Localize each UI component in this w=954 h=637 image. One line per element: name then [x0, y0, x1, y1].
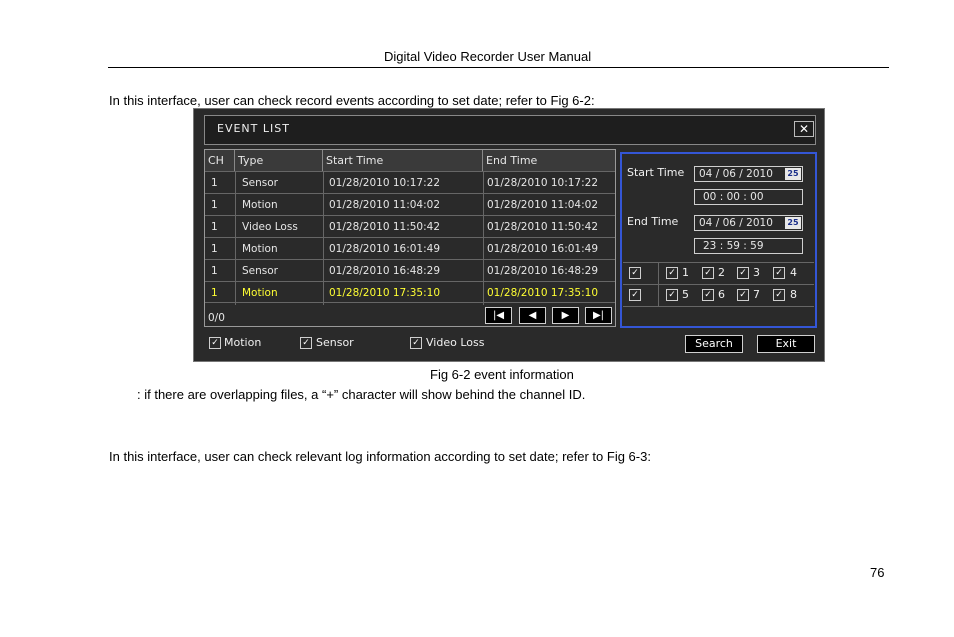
column-header-end-time: End Time — [483, 150, 615, 171]
column-header-ch: CH — [205, 150, 235, 171]
filter-panel: Start Time 04 / 06 / 2010 25 00 : 00 : 0… — [620, 152, 817, 328]
cell-ch: 1 — [211, 243, 218, 255]
end-date-field[interactable]: 04 / 06 / 2010 25 — [694, 215, 803, 231]
sensor-checkbox[interactable]: ✓ — [300, 337, 312, 349]
header-rule — [108, 67, 889, 68]
search-button[interactable]: Search — [685, 335, 743, 353]
column-header-type: Type — [235, 150, 323, 171]
select-all-row1-checkbox[interactable]: ✓ — [629, 267, 641, 279]
first-page-icon: |◀ — [492, 310, 505, 321]
event-list-window: EVENT LIST ✕ CH Type Start Time End Time… — [193, 108, 825, 362]
channel-grid-line — [623, 306, 814, 307]
channel-4-checkbox[interactable]: ✓ — [773, 267, 785, 279]
cell-end-time: 01/28/2010 10:17:22 — [487, 177, 599, 189]
channel-5-checkbox[interactable]: ✓ — [666, 289, 678, 301]
start-time-label: Start Time — [627, 166, 685, 179]
column-header-start-time: Start Time — [323, 150, 483, 171]
channel-7-label: 7 — [753, 288, 760, 301]
cell-ch: 1 — [211, 177, 218, 189]
cell-start-time: 01/28/2010 16:48:29 — [329, 265, 441, 277]
cell-type: Sensor — [242, 177, 278, 189]
channel-3-label: 3 — [753, 266, 760, 279]
channel-8-checkbox[interactable]: ✓ — [773, 289, 785, 301]
cell-end-time: 01/28/2010 11:50:42 — [487, 221, 599, 233]
cell-type: Motion — [242, 287, 278, 299]
window-title-bar: EVENT LIST ✕ — [204, 115, 816, 145]
cell-ch: 1 — [211, 265, 218, 277]
video-loss-checkbox[interactable]: ✓ — [410, 337, 422, 349]
cell-type: Motion — [242, 243, 278, 255]
cell-start-time: 01/28/2010 10:17:22 — [329, 177, 441, 189]
last-page-button[interactable]: ▶| — [585, 307, 612, 324]
end-date-value: 04 / 06 / 2010 — [699, 217, 773, 229]
next-page-button[interactable]: ▶ — [552, 307, 579, 324]
end-time-label: End Time — [627, 215, 679, 228]
calendar-icon[interactable]: 25 — [785, 168, 801, 180]
channel-6-label: 6 — [718, 288, 725, 301]
table-row[interactable]: 1 Video Loss 01/28/2010 11:50:42 01/28/2… — [205, 215, 615, 237]
channel-2-checkbox[interactable]: ✓ — [702, 267, 714, 279]
event-table: CH Type Start Time End Time 1 Sensor 01/… — [204, 149, 616, 327]
start-time-field[interactable]: 00 : 00 : 00 — [694, 189, 803, 205]
motion-label: Motion — [224, 336, 262, 349]
channel-2-label: 2 — [718, 266, 725, 279]
channel-grid-line — [623, 284, 814, 285]
figure-caption: Fig 6-2 event information — [430, 367, 574, 382]
cell-start-time: 01/28/2010 17:35:10 — [329, 287, 441, 299]
close-button[interactable]: ✕ — [794, 121, 814, 137]
cell-end-time: 01/28/2010 16:48:29 — [487, 265, 599, 277]
close-icon: ✕ — [798, 122, 810, 136]
table-row[interactable]: 1 Motion 01/28/2010 16:01:49 01/28/2010 … — [205, 237, 615, 259]
page-number: 76 — [870, 565, 885, 580]
channel-8-label: 8 — [790, 288, 797, 301]
cell-start-time: 01/28/2010 11:04:02 — [329, 199, 441, 211]
next-page-icon: ▶ — [561, 310, 570, 321]
start-date-value: 04 / 06 / 2010 — [699, 168, 773, 180]
cell-start-time: 01/28/2010 16:01:49 — [329, 243, 441, 255]
cell-start-time: 01/28/2010 11:50:42 — [329, 221, 441, 233]
cell-ch: 1 — [211, 199, 218, 211]
channel-grid-line — [623, 262, 814, 263]
channel-6-checkbox[interactable]: ✓ — [702, 289, 714, 301]
start-time-value: 00 : 00 : 00 — [703, 191, 764, 203]
cell-end-time: 01/28/2010 17:35:10 — [487, 287, 599, 299]
channel-1-label: 1 — [682, 266, 689, 279]
cell-type: Video Loss — [242, 221, 298, 233]
page-header: Digital Video Recorder User Manual — [384, 49, 592, 64]
channel-grid-line — [658, 262, 659, 306]
channel-7-checkbox[interactable]: ✓ — [737, 289, 749, 301]
cell-type: Motion — [242, 199, 278, 211]
start-date-field[interactable]: 04 / 06 / 2010 25 — [694, 166, 803, 182]
last-page-icon: ▶| — [592, 310, 605, 321]
channel-4-label: 4 — [790, 266, 797, 279]
channel-3-checkbox[interactable]: ✓ — [737, 267, 749, 279]
page-counter: 0/0 — [208, 312, 225, 324]
cell-type: Sensor — [242, 265, 278, 277]
cell-end-time: 01/28/2010 11:04:02 — [487, 199, 599, 211]
table-row[interactable]: 1 Sensor 01/28/2010 10:17:22 01/28/2010 … — [205, 171, 615, 193]
end-time-value: 23 : 59 : 59 — [703, 240, 764, 252]
channel-1-checkbox[interactable]: ✓ — [666, 267, 678, 279]
cell-ch: 1 — [211, 221, 218, 233]
first-page-button[interactable]: |◀ — [485, 307, 512, 324]
intro-paragraph: In this interface, user can check record… — [109, 93, 595, 108]
exit-button[interactable]: Exit — [757, 335, 815, 353]
prev-page-icon: ◀ — [528, 310, 537, 321]
select-all-row2-checkbox[interactable]: ✓ — [629, 289, 641, 301]
channel-5-label: 5 — [682, 288, 689, 301]
table-row[interactable]: 1 Motion 01/28/2010 11:04:02 01/28/2010 … — [205, 193, 615, 215]
table-row-selected[interactable]: 1 Motion 01/28/2010 17:35:10 01/28/2010 … — [205, 281, 615, 303]
end-time-field[interactable]: 23 : 59 : 59 — [694, 238, 803, 254]
cell-end-time: 01/28/2010 16:01:49 — [487, 243, 599, 255]
calendar-icon[interactable]: 25 — [785, 217, 801, 229]
window-title: EVENT LIST — [217, 122, 290, 135]
video-loss-label: Video Loss — [426, 336, 485, 349]
log-intro-paragraph: In this interface, user can check releva… — [109, 449, 651, 464]
table-row[interactable]: 1 Sensor 01/28/2010 16:48:29 01/28/2010 … — [205, 259, 615, 281]
cell-ch: 1 — [211, 287, 218, 299]
prev-page-button[interactable]: ◀ — [519, 307, 546, 324]
sensor-label: Sensor — [316, 336, 354, 349]
note-paragraph: : if there are overlapping files, a “+” … — [137, 387, 586, 402]
motion-checkbox[interactable]: ✓ — [209, 337, 221, 349]
